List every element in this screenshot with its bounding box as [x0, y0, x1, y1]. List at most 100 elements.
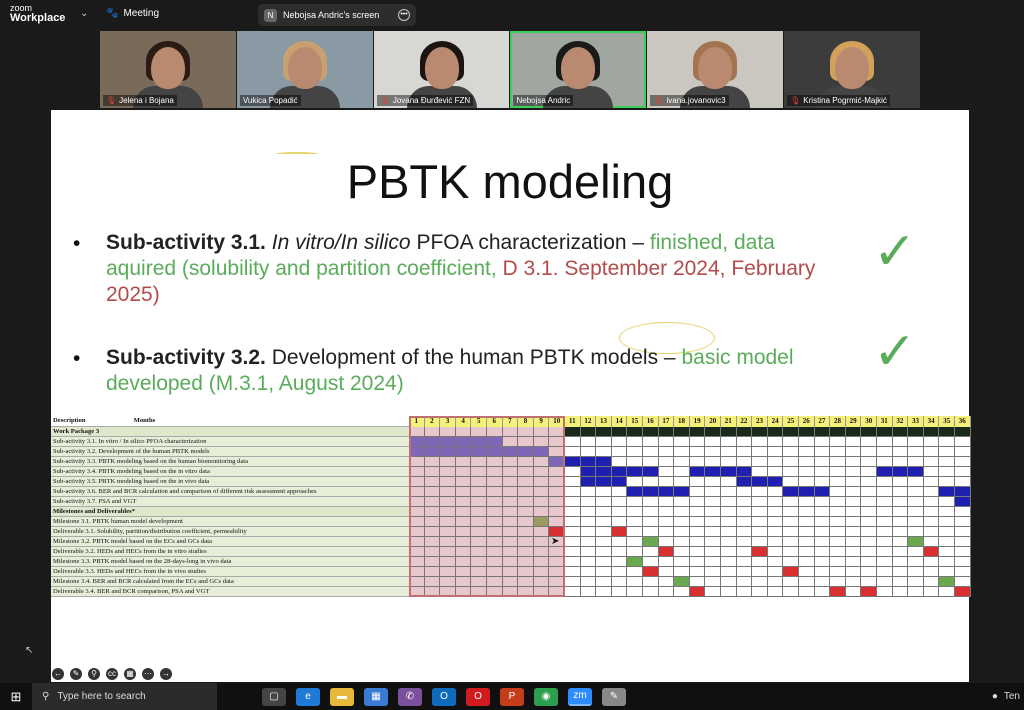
- gantt-cell: [580, 487, 597, 497]
- month-header: 15: [627, 416, 643, 427]
- tray-app-icon[interactable]: ●: [992, 691, 998, 702]
- gantt-cell: [440, 487, 456, 497]
- gantt-row-label: Sub-activity 3.7. PSA and VGT: [51, 497, 409, 507]
- zoom-icon[interactable]: ⚲: [88, 668, 100, 680]
- gantt-bar-cell: [783, 487, 799, 497]
- outlook-icon[interactable]: O: [432, 687, 456, 706]
- participant-tile[interactable]: Vukica Popadić: [236, 31, 373, 108]
- gantt-row-label: Sub-activity 3.5. PBTK modeling based on…: [51, 477, 409, 487]
- gantt-cell: [689, 527, 706, 537]
- gantt-cell: [518, 437, 534, 447]
- gantt-cell: [533, 457, 550, 467]
- gantt-cell: [892, 507, 909, 517]
- gantt-cell: [658, 457, 675, 467]
- gantt-cell: [783, 437, 799, 447]
- gantt-cell: [502, 477, 519, 487]
- next-icon[interactable]: →: [160, 668, 172, 680]
- pen-icon[interactable]: ✎: [70, 668, 82, 680]
- month-header: 20: [705, 416, 721, 427]
- gantt-bar-cell: [580, 477, 597, 487]
- gantt-chart: Description Months 1 2 3 4 5 6 7 8 9 10 11 12 13 14 15 16…: [51, 416, 971, 598]
- captions-icon[interactable]: cc: [106, 668, 118, 680]
- gantt-cell: [955, 457, 971, 467]
- edge-icon[interactable]: e: [296, 687, 320, 706]
- participant-name-label: 🎙 Kristina Pogrmić-Majkić: [787, 95, 890, 106]
- months-header: Months: [133, 417, 156, 424]
- month-header: 7: [502, 416, 519, 427]
- search-icon: ⚲: [42, 691, 50, 702]
- participant-tile[interactable]: 🎙 Jovana Đurđević FZN: [373, 31, 510, 108]
- windows-icon[interactable]: ⊞: [0, 683, 32, 710]
- gantt-bar-cell: [611, 477, 628, 487]
- gantt-cell: [689, 447, 706, 457]
- gantt-cell: [611, 517, 628, 527]
- screen-share-indicator[interactable]: N Nebojsa Andric's screen •••: [258, 4, 416, 26]
- more-icon[interactable]: ⋯: [142, 668, 154, 680]
- gantt-cell: [643, 577, 659, 587]
- gantt-cell: [565, 427, 581, 437]
- gantt-cell: [783, 577, 799, 587]
- gantt-cell: [799, 517, 815, 527]
- zoom-logo[interactable]: zoom Workplace: [10, 3, 65, 24]
- gantt-cell: [487, 487, 503, 497]
- gantt-cell: [721, 567, 737, 577]
- gantt-cell: [674, 477, 690, 487]
- powerpoint-icon[interactable]: P: [500, 687, 524, 706]
- gantt-cell: [424, 587, 441, 597]
- paint-icon[interactable]: ✎: [602, 687, 626, 706]
- participant-tile[interactable]: Nebojsa Andric: [510, 31, 647, 108]
- gantt-cell: [689, 547, 706, 557]
- grid-icon[interactable]: ▦: [124, 668, 136, 680]
- chrome-icon[interactable]: ◉: [534, 687, 558, 706]
- gantt-cell: [658, 537, 675, 547]
- gantt-cell: [487, 537, 503, 547]
- gantt-cell: [861, 547, 877, 557]
- gantt-bar-cell: [908, 537, 924, 547]
- gantt-cell: [877, 427, 893, 437]
- viber-icon[interactable]: ✆: [398, 687, 422, 706]
- previous-icon[interactable]: ←: [52, 668, 64, 680]
- gantt-cell: [752, 497, 768, 507]
- opera-icon[interactable]: O: [466, 687, 490, 706]
- gantt-cell: [705, 457, 721, 467]
- month-header: 13: [596, 416, 612, 427]
- gantt-cell: [908, 547, 924, 557]
- store-icon[interactable]: ▦: [364, 687, 388, 706]
- gantt-cell: [455, 507, 472, 517]
- gantt-cell: [892, 587, 909, 597]
- more-options-icon[interactable]: •••: [398, 9, 410, 21]
- gantt-cell: [705, 537, 721, 547]
- meeting-button[interactable]: 🐾 Meeting: [106, 8, 159, 19]
- gantt-cell: [643, 447, 659, 457]
- gantt-cell: [861, 427, 877, 437]
- gantt-cell: [611, 497, 628, 507]
- gantt-cell: [502, 587, 519, 597]
- participant-tile[interactable]: 🎙 ivana.jovanovic3: [647, 31, 784, 108]
- gantt-cell: [565, 587, 581, 597]
- taskbar-search[interactable]: ⚲ Type here to search: [32, 683, 217, 710]
- zoom-icon[interactable]: zm: [568, 687, 592, 706]
- gantt-bar-cell: [643, 467, 659, 477]
- month-header: 2: [424, 416, 441, 427]
- participant-tile[interactable]: 🎙 Kristina Pogrmić-Majkić: [784, 31, 920, 108]
- gantt-cell: [424, 427, 441, 437]
- gantt-cell: [565, 467, 581, 477]
- chevron-down-icon[interactable]: ⌄: [80, 8, 88, 19]
- gantt-cell: [502, 557, 519, 567]
- gantt-cell: [658, 497, 675, 507]
- gantt-cell: [845, 557, 862, 567]
- month-header: 27: [814, 416, 831, 427]
- gantt-cell: [721, 587, 737, 597]
- gantt-cell: [440, 577, 456, 587]
- participant-tile[interactable]: 🎙 Jelena i Bojana: [100, 31, 236, 108]
- gantt-cell: [502, 527, 519, 537]
- gantt-cell: [799, 507, 815, 517]
- gantt-cell: [611, 437, 628, 447]
- file-explorer-icon[interactable]: ▬: [330, 687, 354, 706]
- gantt-cell: [830, 437, 846, 447]
- bullet-marker: •: [73, 347, 81, 370]
- gantt-bar-cell: [892, 467, 909, 477]
- gantt-cell: [596, 577, 612, 587]
- gantt-cell: [877, 437, 893, 447]
- task-view-icon[interactable]: ▢: [262, 687, 286, 706]
